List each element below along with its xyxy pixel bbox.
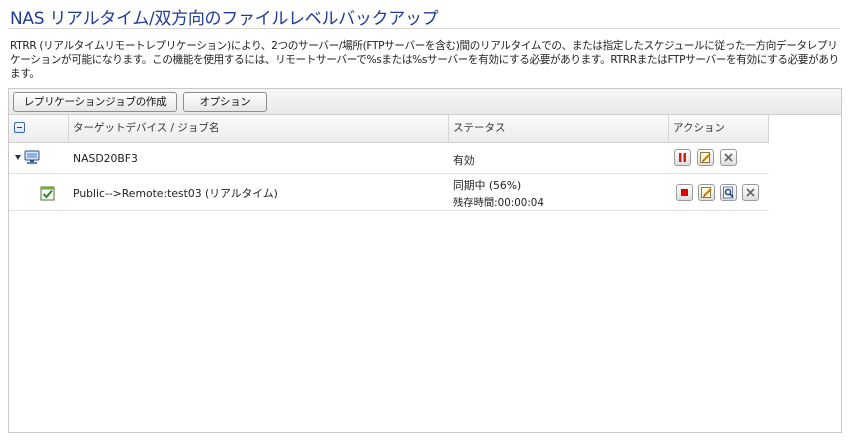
title-divider — [8, 28, 840, 29]
header-target-device: ターゲットデバイス / ジョブ名 — [69, 115, 449, 142]
toolbar: レプリケーションジョブの作成 オプション — [9, 89, 841, 115]
device-name: NASD20BF3 — [73, 152, 138, 165]
collapse-all-icon[interactable] — [14, 122, 25, 133]
job-name: Public-->Remote:test03 (リアルタイム) — [73, 187, 278, 200]
view-log-button[interactable] — [720, 184, 737, 201]
delete-button[interactable] — [720, 149, 737, 166]
options-button[interactable]: オプション — [183, 92, 267, 112]
edit-icon — [700, 152, 711, 163]
delete-icon — [724, 153, 733, 162]
edit-icon — [701, 187, 712, 198]
page-description: RTRR (リアルタイムリモートレプリケーション)により、2つのサーバー/場所(… — [10, 40, 839, 80]
pause-button[interactable] — [674, 149, 691, 166]
page-title: NAS リアルタイム/双方向のファイルレベルバックアップ — [10, 9, 439, 29]
stop-icon — [681, 189, 688, 196]
delete-icon — [746, 188, 755, 197]
page: NAS リアルタイム/双方向のファイルレベルバックアップ RTRR (リアルタイ… — [0, 0, 849, 440]
job-check-icon — [40, 186, 55, 201]
header-actions: アクション — [669, 115, 769, 142]
replication-panel: レプリケーションジョブの作成 オプション ターゲットデバイス / ジョブ名 ステ… — [8, 88, 842, 433]
table-row-job[interactable]: Public-->Remote:test03 (リアルタイム) 同期中 (56%… — [9, 174, 769, 211]
device-status: 有効 — [453, 154, 475, 167]
header-collapse-cell — [9, 115, 69, 142]
edit-button[interactable] — [697, 149, 714, 166]
expand-collapse-icon[interactable] — [15, 155, 21, 160]
job-sync-status: 同期中 (56%) — [453, 179, 522, 192]
edit-button[interactable] — [698, 184, 715, 201]
view-log-icon — [723, 186, 734, 199]
table-row-device[interactable]: NASD20BF3 有効 — [9, 143, 769, 174]
create-replication-job-button[interactable]: レプリケーションジョブの作成 — [13, 92, 177, 112]
monitor-icon — [24, 150, 40, 164]
job-table: ターゲットデバイス / ジョブ名 ステータス アクション NASD20BF3 有… — [9, 115, 769, 211]
job-remaining-time: 残存時間:00:00:04 — [453, 197, 544, 209]
pause-icon — [679, 153, 686, 162]
stop-button[interactable] — [676, 184, 693, 201]
table-header: ターゲットデバイス / ジョブ名 ステータス アクション — [9, 115, 769, 143]
delete-button[interactable] — [742, 184, 759, 201]
header-status: ステータス — [449, 115, 669, 142]
